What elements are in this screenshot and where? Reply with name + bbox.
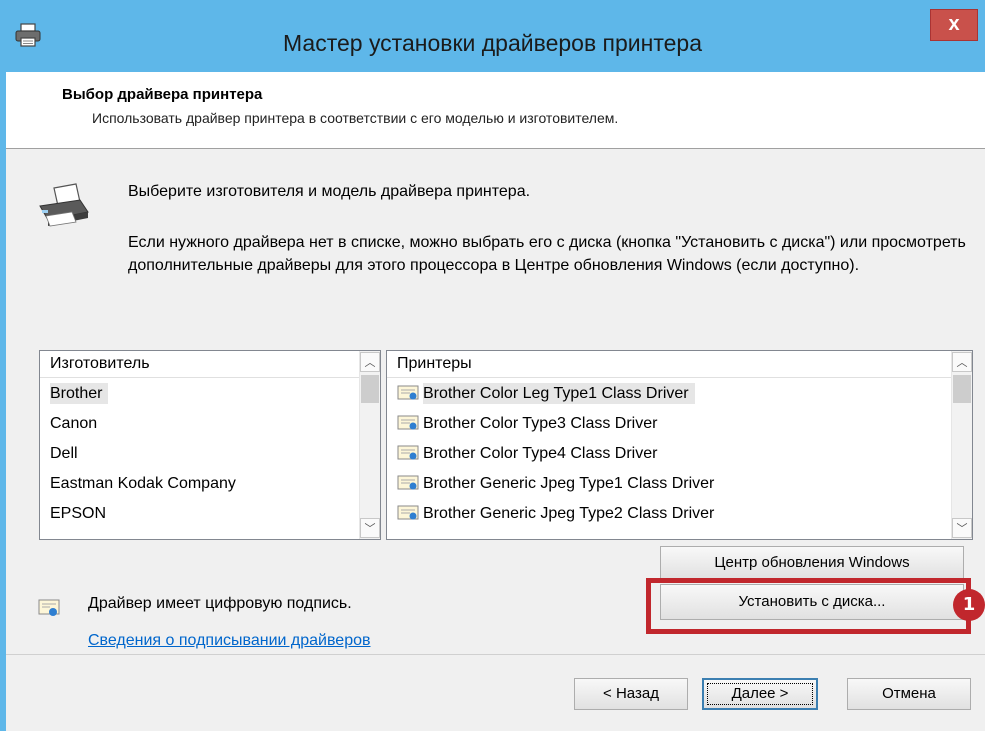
- signature-status-text: Драйвер имеет цифровую подпись.: [88, 595, 352, 612]
- driver-certificate-icon: [397, 505, 419, 520]
- list-item[interactable]: Brother Color Type3 Class Driver: [387, 410, 657, 438]
- printer-scrollbar[interactable]: ︿ ﹀: [951, 351, 972, 539]
- scroll-up-icon[interactable]: ︿: [360, 352, 380, 372]
- driver-certificate-icon: [397, 475, 419, 490]
- list-item[interactable]: Brother Generic Jpeg Type2 Class Driver: [387, 500, 714, 528]
- manufacturer-list[interactable]: Изготовитель Brother Canon Dell Eastman …: [39, 350, 381, 540]
- list-item[interactable]: Brother Generic Jpeg Type1 Class Driver: [387, 470, 714, 498]
- scroll-thumb[interactable]: [361, 375, 379, 403]
- driver-certificate-icon: [397, 415, 419, 430]
- close-button[interactable]: x: [930, 9, 978, 41]
- printer-list[interactable]: Принтеры Brother Color Leg Type1 Class D…: [386, 350, 973, 540]
- title-bar: Мастер установки драйверов принтера x: [0, 0, 985, 72]
- driver-certificate-icon: [397, 385, 419, 400]
- annotation-badge: 1: [953, 589, 985, 621]
- manufacturer-list-header: Изготовитель: [40, 351, 380, 378]
- list-item[interactable]: Eastman Kodak Company: [40, 470, 236, 498]
- scroll-thumb[interactable]: [953, 375, 971, 403]
- instruction-text: Выберите изготовителя и модель драйвера …: [128, 183, 531, 200]
- next-button[interactable]: Далее >: [702, 678, 818, 710]
- printer-list-header: Принтеры: [387, 351, 972, 378]
- list-item[interactable]: EPSON: [40, 500, 106, 528]
- scroll-up-icon[interactable]: ︿: [952, 352, 972, 372]
- driver-certificate-icon: [38, 599, 60, 616]
- page-title: Выбор драйвера принтера: [62, 86, 263, 103]
- wizard-window: Мастер установки драйверов принтера x Вы…: [0, 0, 985, 731]
- list-item[interactable]: Brother Color Leg Type1 Class Driver: [387, 380, 695, 408]
- cancel-button[interactable]: Отмена: [847, 678, 971, 710]
- back-button[interactable]: < Назад: [574, 678, 688, 710]
- manufacturer-scrollbar[interactable]: ︿ ﹀: [359, 351, 380, 539]
- list-item[interactable]: Brother: [40, 380, 109, 408]
- printer-illustration-icon: [39, 183, 89, 227]
- scroll-down-icon[interactable]: ﹀: [360, 518, 380, 538]
- list-item[interactable]: Dell: [40, 440, 78, 468]
- wizard-header: Выбор драйвера принтера Использовать дра…: [6, 72, 985, 149]
- annotation-highlight-box: [646, 578, 971, 634]
- window-title: Мастер установки драйверов принтера: [282, 30, 703, 56]
- footer-divider: [6, 654, 985, 655]
- windows-update-button[interactable]: Центр обновления Windows: [660, 546, 964, 580]
- instruction-detail: Если нужного драйвера нет в списке, можн…: [128, 234, 966, 274]
- driver-certificate-icon: [397, 445, 419, 460]
- driver-signing-link[interactable]: Сведения о подписывании драйверов: [88, 632, 371, 650]
- scroll-down-icon[interactable]: ﹀: [952, 518, 972, 538]
- list-item[interactable]: Canon: [40, 410, 97, 438]
- page-subtitle: Использовать драйвер принтера в соответс…: [92, 110, 619, 126]
- list-item[interactable]: Brother Color Type4 Class Driver: [387, 440, 657, 468]
